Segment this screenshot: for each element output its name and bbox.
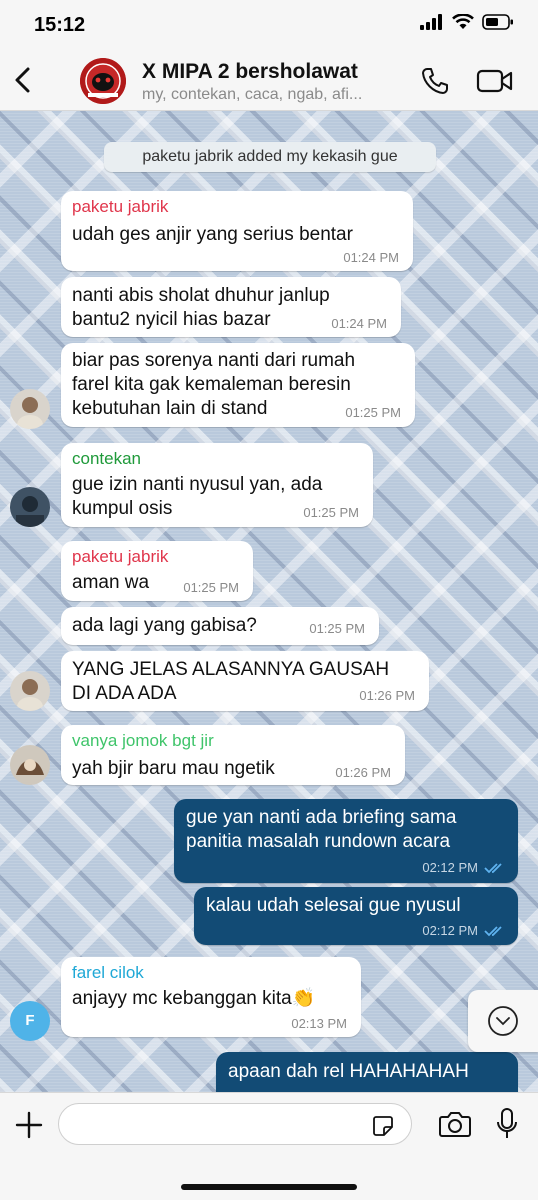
message-time: 01:24 PM <box>343 250 399 265</box>
message-text: YANG JELAS ALASANNYA GAUSAH <box>72 659 390 680</box>
message-text: gue yan nanti ada briefing sama <box>186 807 457 828</box>
message-time: 01:25 PM <box>309 621 365 636</box>
message-text: ada lagi yang gabisa? <box>72 615 257 636</box>
message-time: 01:25 PM <box>345 405 401 420</box>
message-text: kalau udah selesai gue nyusul <box>206 895 461 916</box>
message-text: apaan dah rel HAHAHAHAH <box>228 1061 469 1082</box>
sender-avatar[interactable]: F <box>10 1001 50 1041</box>
system-notice: paketu jabrik added my kekasih gue <box>104 142 436 172</box>
avatar-initial: F <box>25 1012 35 1029</box>
message-text: udah ges anjir yang serius bentar <box>72 224 353 245</box>
message-time: 01:26 PM <box>335 765 391 780</box>
scroll-to-bottom-button[interactable] <box>468 990 538 1052</box>
message-time: 01:25 PM <box>183 580 239 595</box>
message-bubble-outgoing[interactable]: kalau udah selesai gue nyusul 02:12 PM <box>194 887 518 945</box>
status-bar: 15:12 <box>0 0 538 52</box>
message-text: gue izin nanti nyusul yan, ada <box>72 474 323 495</box>
video-camera-icon[interactable] <box>476 68 514 94</box>
sender-name: contekan <box>72 449 141 468</box>
message-text: bantu2 nyicil hias bazar <box>72 309 271 330</box>
message-text: yah bjir baru mau ngetik <box>72 758 275 779</box>
message-time: 02:12 PM <box>422 923 478 938</box>
sender-name: vanya jomok bgt jir <box>72 731 214 750</box>
message-text: kumpul osis <box>72 498 173 519</box>
home-indicator <box>181 1184 357 1190</box>
message-time: 02:12 PM <box>422 860 478 875</box>
back-arrow-icon[interactable] <box>8 64 40 96</box>
message-bubble[interactable]: contekan gue izin nanti nyusul yan, ada … <box>61 443 373 527</box>
sticker-icon[interactable] <box>372 1115 394 1137</box>
sender-name: farel cilok <box>72 963 144 982</box>
message-bubble[interactable]: YANG JELAS ALASANNYA GAUSAH DI ADA ADA 0… <box>61 651 429 711</box>
sender-avatar[interactable] <box>10 389 50 429</box>
status-icons <box>420 14 514 30</box>
sender-name: paketu jabrik <box>72 197 169 216</box>
read-receipt-icon <box>484 863 502 874</box>
sender-avatar[interactable] <box>10 671 50 711</box>
message-text: nanti abis sholat dhuhur janlup <box>72 285 330 306</box>
group-title[interactable]: X MIPA 2 bersholawat <box>142 60 358 84</box>
message-text: aman wa <box>72 572 150 593</box>
message-bubble[interactable]: ada lagi yang gabisa? 01:25 PM <box>61 607 379 645</box>
message-bubble[interactable]: nanti abis sholat dhuhur janlup bantu2 n… <box>61 277 401 337</box>
message-bubble-outgoing[interactable]: apaan dah rel HAHAHAHAH <box>216 1052 518 1092</box>
message-text: DI ADA ADA <box>72 683 177 704</box>
battery-icon <box>482 14 513 30</box>
message-composer <box>0 1092 538 1200</box>
message-bubble[interactable]: paketu jabrik aman wa 01:25 PM <box>61 541 253 601</box>
plus-icon[interactable] <box>12 1108 46 1142</box>
chat-area[interactable]: paketu jabrik added my kekasih gue paket… <box>0 111 538 1092</box>
message-bubble[interactable]: biar pas sorenya nanti dari rumah farel … <box>61 343 415 427</box>
signal-icon <box>420 14 442 30</box>
sender-avatar[interactable] <box>10 745 50 785</box>
wifi-icon <box>452 14 474 29</box>
chat-header: X MIPA 2 bersholawat my, contekan, caca,… <box>0 52 538 111</box>
message-bubble[interactable]: farel cilok anjayy mc kebanggan kita👏 02… <box>61 957 361 1037</box>
phone-icon[interactable] <box>420 66 450 96</box>
message-text: biar pas sorenya nanti dari rumah <box>72 350 356 371</box>
message-text: farel kita gak kemaleman beresin <box>72 374 351 395</box>
message-time: 01:25 PM <box>303 505 359 520</box>
chevron-down-icon <box>488 1006 518 1036</box>
sender-name: paketu jabrik <box>72 547 169 566</box>
message-time: 01:24 PM <box>331 316 387 331</box>
message-bubble-outgoing[interactable]: gue yan nanti ada briefing sama panitia … <box>174 799 518 883</box>
message-bubble[interactable]: paketu jabrik udah ges anjir yang serius… <box>61 191 413 271</box>
group-members[interactable]: my, contekan, caca, ngab, afi... <box>142 86 362 104</box>
microphone-icon[interactable] <box>496 1107 518 1141</box>
group-avatar[interactable] <box>80 58 126 104</box>
message-time: 01:26 PM <box>359 688 415 703</box>
message-input[interactable] <box>58 1103 412 1145</box>
status-time: 15:12 <box>34 14 86 36</box>
message-text: anjayy mc kebanggan kita👏 <box>72 988 316 1009</box>
message-bubble[interactable]: vanya jomok bgt jir yah bjir baru mau ng… <box>61 725 405 785</box>
sender-avatar[interactable] <box>10 487 50 527</box>
message-text: panitia masalah rundown acara <box>186 831 451 852</box>
message-time: 02:13 PM <box>291 1016 347 1031</box>
read-receipt-icon <box>484 926 502 937</box>
camera-icon[interactable] <box>438 1109 472 1139</box>
message-text: kebutuhan lain di stand <box>72 398 268 419</box>
